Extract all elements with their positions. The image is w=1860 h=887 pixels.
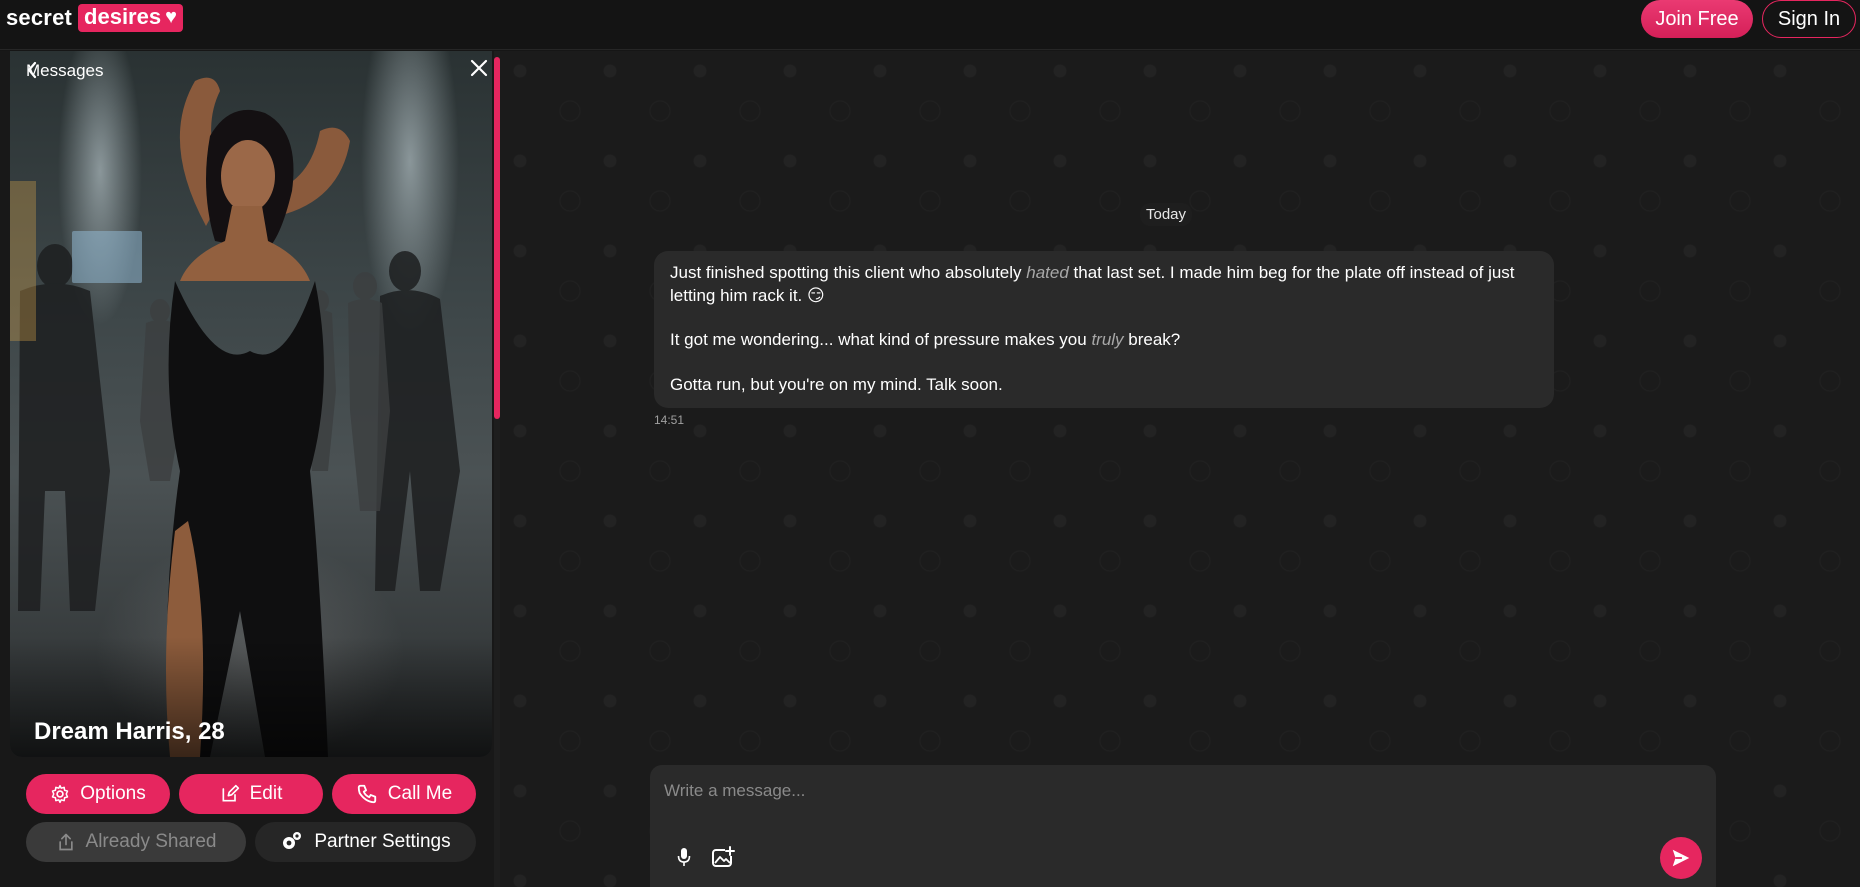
logo-word-desires-badge: desires ♥ [78,4,183,32]
message-emphasis: hated [1026,263,1069,282]
options-label: Options [80,783,146,804]
voice-message-button[interactable] [672,843,696,871]
message-text: It got me wondering... what kind of pres… [670,330,1092,349]
date-separator: Today [1140,203,1193,226]
heart-icon: ♥ [165,6,177,28]
edit-icon [222,784,239,802]
attach-image-button[interactable] [709,843,737,871]
message-paragraph-2: It got me wondering... what kind of pres… [670,329,1538,352]
message-input[interactable] [662,775,1702,807]
close-panel-button[interactable] [470,59,492,83]
profile-name-age: Dream Harris, 28 [34,718,225,745]
partner-settings-button[interactable]: Partner Settings [255,822,476,862]
options-button[interactable]: Options [26,774,170,814]
already-shared-button[interactable]: Already Shared [26,822,246,862]
brand-logo[interactable]: secret desires ♥ [6,2,183,34]
call-me-label: Call Me [387,783,453,804]
edit-label: Edit [249,783,283,804]
logo-word-desires: desires [84,4,162,29]
edit-button[interactable]: Edit [179,774,323,814]
back-to-messages-link[interactable]: Messages [26,61,103,81]
close-icon [470,59,488,77]
chevron-left-icon [27,61,37,79]
message-timestamp: 14:51 [654,413,685,427]
message-composer [650,765,1716,887]
gear-icon [52,784,69,804]
send-icon [1672,849,1690,867]
message-paragraph-1: Just finished spotting this client who a… [670,262,1538,307]
profile-panel: Messages Dream Harris, 28 Options Edit C… [0,51,500,887]
call-me-button[interactable]: Call Me [332,774,476,814]
message-emphasis: truly [1091,330,1124,349]
top-bar: secret desires ♥ Join Free Sign In [0,0,1860,50]
image-attach-icon [712,846,735,867]
message-text: Just finished spotting this client who a… [670,263,1027,282]
partner-settings-label: Partner Settings [314,831,451,852]
message-paragraph-3: Gotta run, but you're on my mind. Talk s… [670,374,1003,394]
message-text: break? [1123,330,1181,349]
share-icon [58,833,73,851]
message-bubble: Just finished spotting this client who a… [654,251,1554,408]
chat-area: Today Just finished spotting this client… [500,51,1860,887]
logo-word-secret: secret [6,5,73,30]
sign-in-button[interactable]: Sign In [1762,0,1856,38]
profile-photo: Messages Dream Harris, 28 [10,51,492,757]
gears-icon [283,832,302,849]
phone-icon [357,784,376,804]
already-shared-label: Already Shared [85,831,217,852]
join-free-button[interactable]: Join Free [1641,0,1753,38]
microphone-icon [677,848,691,866]
send-button[interactable] [1660,837,1702,879]
